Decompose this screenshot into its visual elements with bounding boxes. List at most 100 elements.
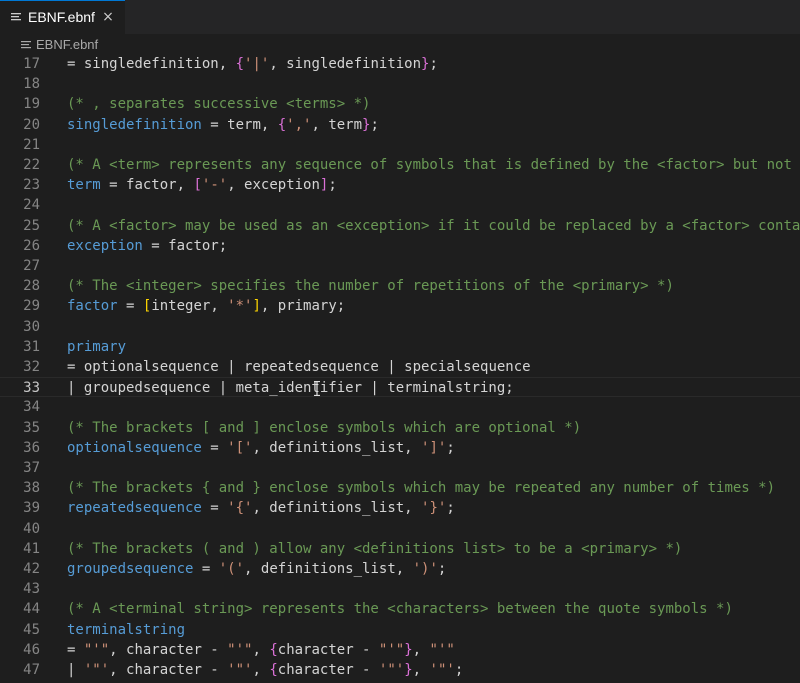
code-token: , term [311, 116, 363, 133]
code-token: "'" [83, 641, 110, 658]
editor-window: EBNF.ebnf × EBNF.ebnf 17 = singledefiniti… [0, 0, 800, 683]
line-number: 26 [23, 237, 40, 254]
code-line[interactable]: 36 optionalsequence = '[', definitions_li… [0, 438, 800, 458]
code-text: (* The brackets ( and ) allow any <defin… [67, 539, 682, 559]
code-token: groupedsequence [67, 561, 194, 577]
code-token: ',' [286, 116, 312, 133]
code-text: = "'", character - "'", {character - "'"… [67, 640, 455, 660]
code-token: factor, [126, 177, 194, 194]
code-line[interactable]: 29 factor = [integer, '*'], primary; [0, 296, 800, 316]
code-token: ; [446, 500, 455, 517]
line-number: 34 [23, 399, 40, 416]
code-token: primary [67, 338, 127, 355]
code-line[interactable]: 45 terminalstring [0, 620, 800, 640]
code-token: (* The brackets { and } enclose symbols … [67, 480, 776, 497]
line-number: 45 [23, 621, 40, 638]
code-line[interactable]: 17 = singledefinition, {'|', singledefini… [0, 54, 800, 74]
code-token: "'" [429, 641, 455, 658]
code-line[interactable]: 38 (* The brackets { and } enclose symbol… [0, 478, 800, 498]
code-line[interactable]: 46 = "'", character - "'", {character - "… [0, 640, 800, 660]
code-text: | '"', character - '"', {character - '"'… [67, 660, 463, 680]
code-line[interactable]: 24 [0, 195, 800, 215]
line-number: 42 [23, 561, 40, 577]
code-token: | [67, 662, 84, 678]
code-token: singledefinition, [83, 56, 236, 72]
code-token: , definitions_list, [252, 500, 422, 517]
code-token: = [67, 641, 84, 658]
code-token: exception [67, 237, 143, 254]
code-line[interactable]: 37 [0, 458, 800, 478]
code-text: factor = [integer, '*'], primary; [67, 296, 345, 316]
code-text: (* A <term> represents any sequence of s… [67, 155, 800, 175]
code-line[interactable]: 23 term = factor, ['-', exception]; [0, 175, 800, 195]
code-text: (* A <terminal string> represents the <c… [67, 599, 733, 619]
code-token: '"' [429, 662, 455, 678]
code-token: (* The <integer> specifies the number of… [67, 278, 674, 295]
code-line[interactable]: 28 (* The <integer> specifies the number … [0, 276, 800, 296]
code-line[interactable]: 21 [0, 135, 800, 155]
code-token: (* A <terminal string> represents the <c… [67, 601, 733, 618]
code-token: , primary; [260, 298, 346, 315]
line-number: 39 [23, 500, 40, 517]
code-token: , definitions_list, [252, 439, 422, 456]
line-number: 28 [23, 278, 40, 295]
code-token: ']' [421, 439, 447, 456]
code-token: , [412, 641, 430, 658]
code-text: groupedsequence = '(', definitions_list,… [67, 559, 446, 579]
line-number: 31 [23, 338, 40, 355]
tab-ebnf-file[interactable]: EBNF.ebnf × [0, 0, 125, 34]
code-token: ; [429, 56, 438, 72]
code-token: '"' [227, 662, 253, 678]
code-line[interactable]: 42 groupedsequence = '(', definitions_lis… [0, 559, 800, 579]
code-token: = [67, 359, 84, 375]
line-number: 21 [23, 136, 40, 153]
code-line[interactable]: 40 [0, 519, 800, 539]
code-line[interactable]: 27 [0, 256, 800, 276]
code-text: exception = factor; [67, 236, 227, 256]
code-token: = [193, 561, 219, 577]
code-token: , exception [227, 177, 320, 194]
code-text: primary [67, 337, 126, 357]
code-line[interactable]: 41 (* The brackets ( and ) allow any <def… [0, 539, 800, 559]
code-line[interactable]: 30 [0, 317, 800, 337]
code-line[interactable]: 44 (* A <terminal string> represents the … [0, 599, 800, 619]
code-token: "'" [378, 641, 405, 658]
code-token: , [252, 641, 270, 658]
code-line[interactable]: 18 [0, 74, 800, 94]
code-line[interactable]: 34 [0, 397, 800, 417]
code-line[interactable]: 22 (* A <term> represents any sequence of… [0, 155, 800, 175]
line-number: 29 [23, 298, 40, 315]
code-token: factor [67, 298, 118, 315]
breadcrumb-file[interactable]: EBNF.ebnf [36, 37, 98, 52]
code-line[interactable]: 32 = optionalsequence | repeatedsequence … [0, 357, 800, 377]
code-text: term = factor, ['-', exception]; [67, 175, 337, 195]
code-token: , character - [109, 641, 228, 658]
code-line[interactable]: 43 [0, 579, 800, 599]
code-text: terminalstring [67, 620, 185, 640]
code-token: } [404, 662, 413, 678]
code-line[interactable]: 39 repeatedsequence = '{', definitions_li… [0, 498, 800, 518]
line-number: 23 [23, 177, 40, 194]
code-token: '*' [227, 298, 253, 315]
code-line[interactable]: 47 | '"', character - '"', {character - '… [0, 660, 800, 680]
code-editor[interactable]: 17 = singledefinition, {'|', singledefini… [0, 52, 800, 683]
line-number: 46 [23, 641, 40, 658]
code-text: = singledefinition, {'|', singledefiniti… [67, 54, 438, 74]
code-line[interactable]: 35 (* The brackets [ and ] enclose symbol… [0, 418, 800, 438]
code-token: '(' [218, 561, 245, 577]
code-token: } [404, 641, 413, 658]
close-icon[interactable]: × [100, 9, 116, 25]
code-line[interactable]: 26 exception = factor; [0, 236, 800, 256]
code-token: ; [454, 662, 464, 678]
code-line[interactable]: 33 | groupedsequence | meta_identifier | … [0, 377, 800, 398]
code-line[interactable]: 25 (* A <factor> may be used as an <excep… [0, 216, 800, 236]
line-number: 41 [23, 540, 40, 557]
code-line[interactable]: 20 singledefinition = term, {',', term}; [0, 115, 800, 135]
code-token: = [117, 298, 143, 315]
code-token: , [412, 662, 430, 678]
code-token: { [269, 641, 278, 658]
code-line[interactable]: 31 primary [0, 337, 800, 357]
code-line[interactable]: 19 (* , separates successive <terms> *) [0, 94, 800, 114]
code-token: ] [252, 298, 261, 315]
code-text: = optionalsequence | repeatedsequence | … [67, 357, 531, 377]
